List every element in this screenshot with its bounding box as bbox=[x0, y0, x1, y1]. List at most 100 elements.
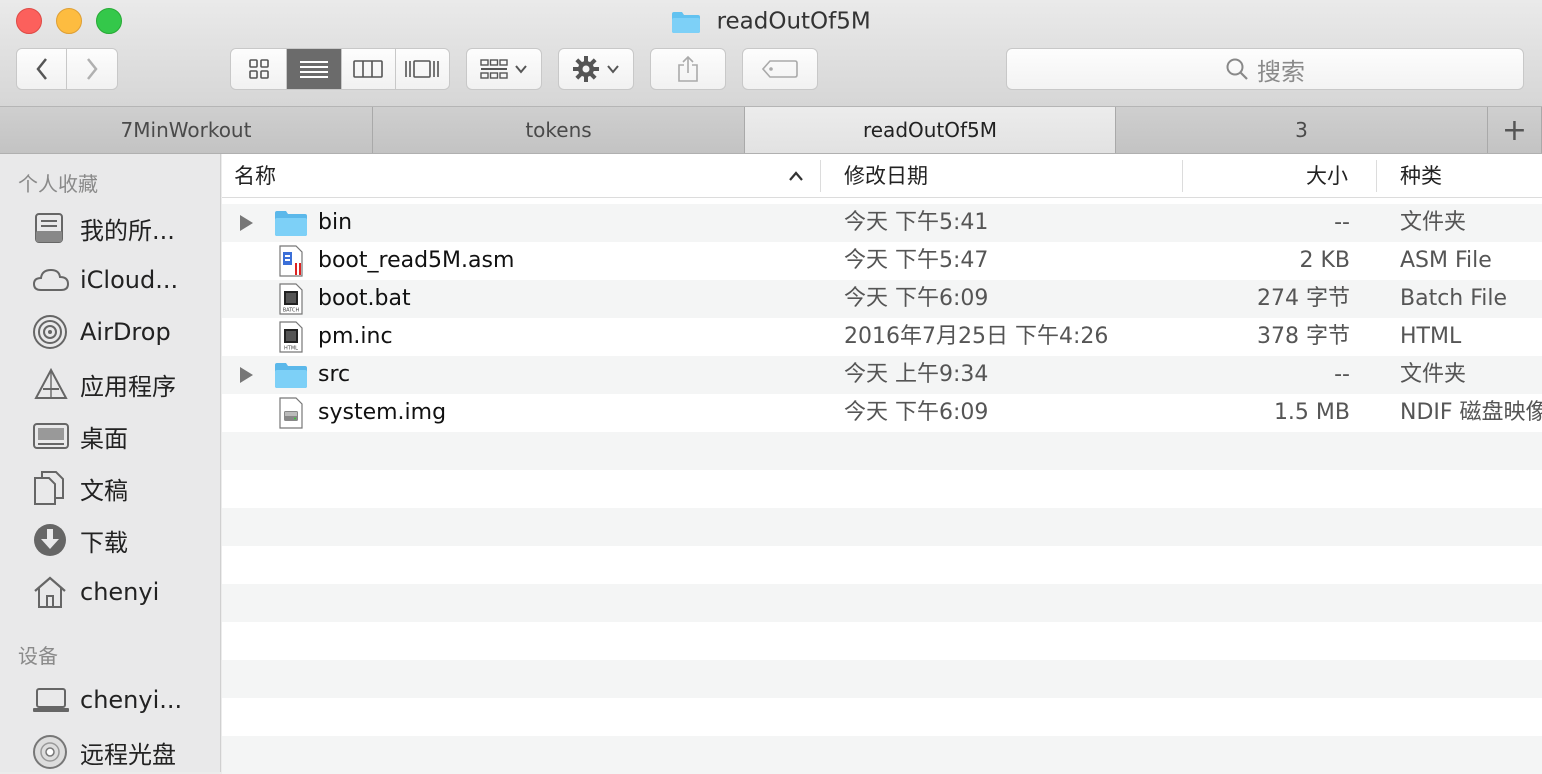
file-name: bin bbox=[318, 210, 353, 235]
gear-icon bbox=[573, 56, 599, 82]
column-header-size[interactable]: 大小 bbox=[1306, 154, 1348, 198]
view-mode-selector bbox=[230, 48, 450, 90]
tab-7minworkout[interactable]: 7MinWorkout bbox=[0, 107, 373, 153]
file-row-src[interactable]: src 今天 上午9:34 -- 文件夹 bbox=[222, 356, 1542, 394]
sidebar-item-computer[interactable]: chenyi... bbox=[0, 678, 221, 722]
column-header-name[interactable]: 名称 bbox=[234, 154, 276, 198]
window-title-text: readOutOf5M bbox=[716, 8, 871, 35]
asm-file-icon bbox=[279, 245, 303, 277]
folder-icon bbox=[275, 363, 307, 388]
sidebar-item-label: 桌面 bbox=[80, 424, 128, 453]
column-view-button[interactable] bbox=[341, 49, 396, 89]
cover-flow-icon bbox=[405, 60, 440, 78]
column-header-kind[interactable]: 种类 bbox=[1400, 154, 1442, 198]
sidebar-item-airdrop[interactable]: AirDrop bbox=[0, 310, 221, 354]
list-icon bbox=[300, 61, 329, 78]
arrange-icon bbox=[480, 59, 508, 79]
file-row-boot-bat[interactable]: BATCH boot.bat 今天 下午6:09 274 字节 Batch Fi… bbox=[222, 280, 1542, 318]
empty-row bbox=[222, 660, 1542, 698]
sidebar-item-label: chenyi... bbox=[80, 686, 183, 714]
desktop-icon bbox=[33, 423, 69, 449]
file-row-pm-inc[interactable]: HTML pm.inc 2016年7月25日 下午4:26 378 字节 HTM… bbox=[222, 318, 1542, 356]
forward-button[interactable] bbox=[67, 49, 117, 89]
file-date: 今天 下午6:09 bbox=[844, 286, 989, 311]
batch-badge: BATCH bbox=[283, 308, 300, 314]
file-name: src bbox=[318, 362, 351, 387]
empty-row bbox=[222, 470, 1542, 508]
file-row-system-img[interactable]: system.img 今天 下午6:09 1.5 MB NDIF 磁盘映像 bbox=[222, 394, 1542, 432]
documents-icon bbox=[34, 471, 64, 505]
tag-icon bbox=[762, 60, 798, 78]
disclosure-triangle-icon[interactable] bbox=[238, 366, 254, 384]
sidebar-item-applications[interactable]: 应用程序 bbox=[0, 362, 221, 406]
file-kind: HTML bbox=[1400, 324, 1462, 349]
sidebar-item-documents[interactable]: 文稿 bbox=[0, 466, 221, 510]
sort-ascending-icon bbox=[789, 171, 803, 181]
sidebar-item-label: 文稿 bbox=[80, 476, 128, 505]
download-icon bbox=[34, 524, 66, 556]
empty-row bbox=[222, 736, 1542, 774]
action-menu-button[interactable] bbox=[558, 48, 634, 90]
file-row-bin[interactable]: bin 今天 下午5:41 -- 文件夹 bbox=[222, 204, 1542, 242]
chevron-down-icon bbox=[515, 65, 527, 74]
sidebar-item-label: iCloud... bbox=[80, 266, 179, 294]
tag-button[interactable] bbox=[742, 48, 818, 90]
folder-icon bbox=[275, 211, 307, 236]
empty-row bbox=[222, 546, 1542, 584]
empty-row bbox=[222, 698, 1542, 736]
tab-tokens[interactable]: tokens bbox=[373, 107, 745, 153]
list-view-button[interactable] bbox=[287, 49, 342, 89]
html-badge: HTML bbox=[284, 346, 298, 352]
empty-row bbox=[222, 508, 1542, 546]
search-icon bbox=[1226, 58, 1248, 80]
tab-3[interactable]: 3 bbox=[1116, 107, 1488, 153]
search-field[interactable]: 搜索 bbox=[1006, 48, 1524, 90]
window-title: readOutOf5M bbox=[0, 6, 1542, 36]
empty-row bbox=[222, 432, 1542, 470]
airdrop-icon bbox=[33, 315, 67, 349]
back-button[interactable] bbox=[17, 49, 68, 89]
columns-icon bbox=[353, 60, 384, 78]
disclosure-triangle-icon[interactable] bbox=[238, 214, 254, 232]
disc-icon bbox=[33, 735, 67, 769]
sidebar-item-desktop[interactable]: 桌面 bbox=[0, 414, 221, 458]
sidebar-item-label: 我的所... bbox=[80, 216, 175, 245]
applications-icon bbox=[34, 367, 68, 399]
cloud-icon bbox=[32, 268, 70, 291]
home-icon bbox=[34, 576, 66, 608]
disk-image-icon bbox=[279, 397, 303, 429]
file-kind: ASM File bbox=[1400, 248, 1492, 273]
laptop-icon bbox=[33, 688, 69, 712]
file-name: pm.inc bbox=[318, 324, 393, 349]
sidebar-item-label: AirDrop bbox=[80, 318, 171, 346]
sidebar: 个人收藏 我的所... iCloud... AirDrop 应用程序 桌面 文稿… bbox=[0, 154, 221, 772]
html-file-icon: HTML bbox=[279, 321, 303, 353]
file-kind: 文件夹 bbox=[1400, 210, 1467, 235]
sidebar-item-label: 下载 bbox=[80, 528, 128, 557]
batch-file-icon: BATCH bbox=[279, 283, 303, 315]
file-row-boot-read5m-asm[interactable]: boot_read5M.asm 今天 下午5:47 2 KB ASM File bbox=[222, 242, 1542, 280]
sidebar-item-all-my-files[interactable]: 我的所... bbox=[0, 206, 221, 250]
file-kind: Batch File bbox=[1400, 286, 1508, 311]
sidebar-item-home[interactable]: chenyi bbox=[0, 570, 221, 614]
tab-readoutof5m[interactable]: readOutOf5M bbox=[745, 107, 1116, 153]
chevron-left-icon bbox=[35, 58, 47, 80]
sidebar-item-icloud[interactable]: iCloud... bbox=[0, 258, 221, 302]
sidebar-item-downloads[interactable]: 下载 bbox=[0, 518, 221, 562]
new-tab-button[interactable]: + bbox=[1488, 107, 1542, 153]
file-date: 今天 上午9:34 bbox=[844, 362, 989, 387]
file-name: boot_read5M.asm bbox=[318, 248, 515, 273]
arrange-button[interactable] bbox=[466, 48, 542, 90]
share-icon bbox=[678, 55, 698, 82]
search-placeholder: 搜索 bbox=[1257, 57, 1305, 86]
icon-view-button[interactable] bbox=[231, 49, 288, 89]
file-list: 名称 修改日期 大小 种类 bin 今天 下午5:41 -- 文件夹 boot_… bbox=[222, 154, 1542, 774]
empty-row bbox=[222, 584, 1542, 622]
sidebar-item-remote-disc[interactable]: 远程光盘 bbox=[0, 730, 221, 774]
column-header-date[interactable]: 修改日期 bbox=[844, 154, 928, 198]
share-button[interactable] bbox=[650, 48, 726, 90]
chevron-right-icon bbox=[87, 58, 98, 80]
file-size: 274 字节 bbox=[1257, 286, 1350, 311]
cover-flow-view-button[interactable] bbox=[395, 49, 449, 89]
navigation-buttons bbox=[16, 48, 118, 90]
